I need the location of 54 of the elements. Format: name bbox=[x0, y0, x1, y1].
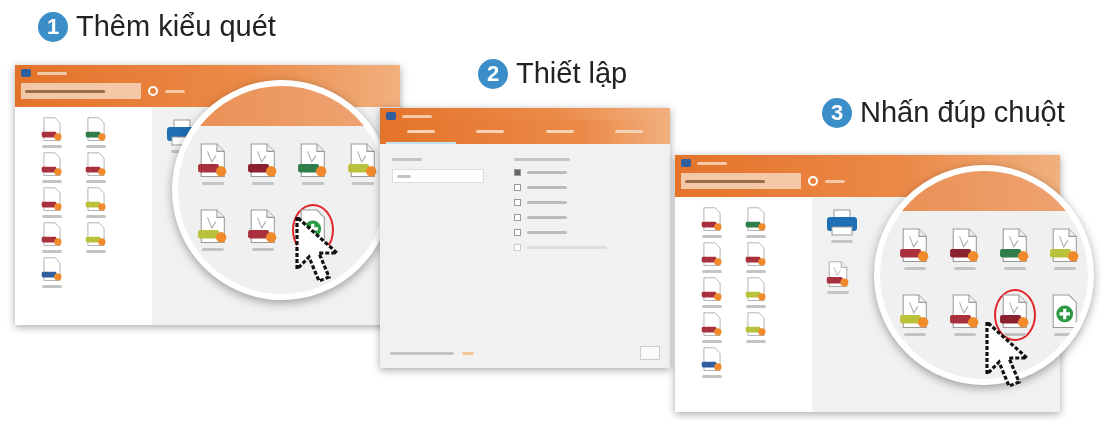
app-logo-icon bbox=[21, 69, 31, 77]
file-icon bbox=[85, 222, 107, 247]
refresh-icon[interactable] bbox=[807, 175, 819, 187]
file-icon bbox=[41, 152, 63, 177]
file-icon bbox=[999, 228, 1031, 264]
printer-icon bbox=[826, 209, 858, 237]
file-icon bbox=[85, 152, 107, 177]
file-icon bbox=[745, 207, 767, 232]
blurred-text bbox=[390, 351, 454, 355]
file-icon bbox=[297, 143, 329, 179]
blurred-text bbox=[37, 71, 67, 75]
option-checkbox[interactable] bbox=[514, 244, 607, 251]
file-icon bbox=[949, 294, 981, 330]
file-icon bbox=[41, 222, 63, 247]
refresh-icon[interactable] bbox=[147, 85, 159, 97]
profile-name-field[interactable] bbox=[392, 169, 484, 183]
file-icon bbox=[949, 228, 981, 264]
file-icon bbox=[701, 242, 723, 267]
file-icon bbox=[826, 261, 850, 289]
scanner-dropdown[interactable] bbox=[681, 173, 801, 189]
step-title: Nhấn đúp chuột bbox=[860, 96, 1065, 129]
file-icon bbox=[999, 294, 1031, 330]
step-number: 3 bbox=[822, 97, 852, 128]
file-icon bbox=[701, 347, 723, 372]
file-icon bbox=[41, 117, 63, 142]
file-icon bbox=[701, 277, 723, 302]
file-icon bbox=[745, 242, 767, 267]
file-icon bbox=[41, 257, 63, 282]
step-number: 2 bbox=[478, 58, 508, 89]
file-icon bbox=[41, 187, 63, 212]
file-icon bbox=[899, 294, 931, 330]
file-icon bbox=[701, 207, 723, 232]
file-icon bbox=[247, 143, 279, 179]
step-number: 1 bbox=[38, 11, 68, 42]
file-icon bbox=[85, 187, 107, 212]
step-title: Thêm kiểu quét bbox=[76, 10, 276, 43]
file-icon bbox=[1049, 228, 1081, 264]
file-icon bbox=[745, 277, 767, 302]
file-icon bbox=[85, 117, 107, 142]
file-icon bbox=[899, 228, 931, 264]
file-icon bbox=[701, 312, 723, 337]
file-icon bbox=[745, 312, 767, 337]
blurred-text bbox=[697, 161, 727, 165]
scanner-dropdown[interactable] bbox=[21, 83, 141, 99]
file-icon bbox=[197, 143, 229, 179]
blurred-text bbox=[825, 179, 845, 183]
app-logo-icon bbox=[681, 159, 691, 167]
blurred-text bbox=[402, 114, 432, 118]
blurred-text bbox=[165, 89, 185, 93]
file-icon bbox=[197, 209, 229, 245]
file-icon bbox=[347, 143, 379, 179]
step-title: Thiết lập bbox=[516, 57, 628, 90]
file-icon bbox=[247, 209, 279, 245]
app-logo-icon bbox=[386, 112, 396, 120]
